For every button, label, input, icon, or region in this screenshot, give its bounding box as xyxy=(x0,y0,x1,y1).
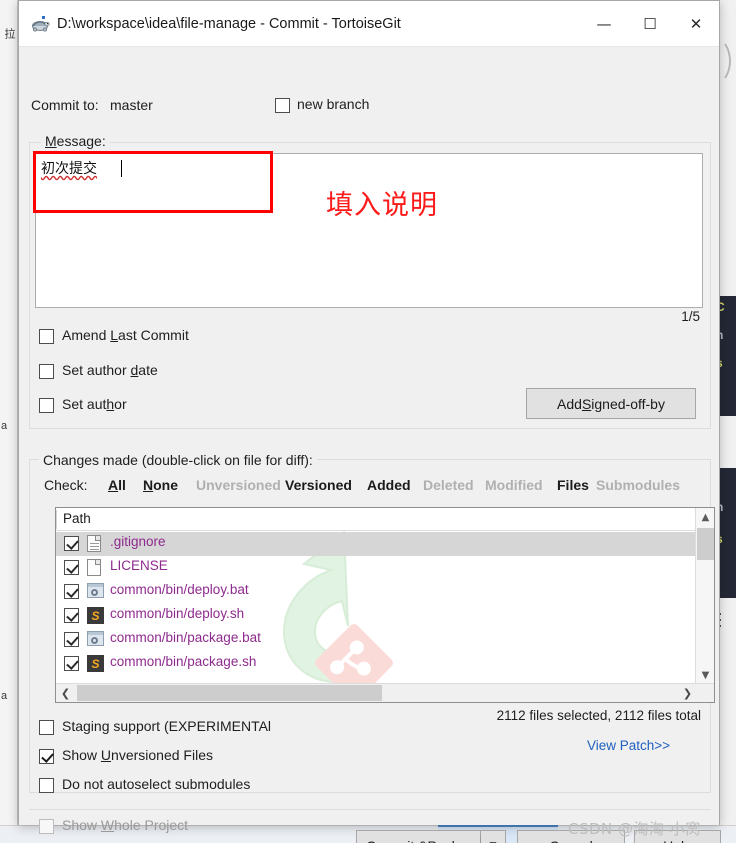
background-left-glyph: a xyxy=(1,420,8,432)
close-button[interactable]: ✕ xyxy=(673,1,719,47)
annotation-text: 填入说明 xyxy=(326,190,438,221)
commit-dialog: D:\workspace\idea\file-manage - Commit -… xyxy=(18,0,721,843)
amend-last-commit-label[interactable]: Amend Last Commit xyxy=(62,327,189,343)
amend-last-commit-checkbox[interactable] xyxy=(39,329,54,344)
maximize-button[interactable]: ☐ xyxy=(627,1,673,47)
message-legend: Message: xyxy=(41,133,110,149)
show-unversioned-files-label[interactable]: Show Unversioned Files xyxy=(62,747,213,763)
filter-files[interactable]: Files xyxy=(557,477,589,493)
file-path: .gitignore xyxy=(110,534,166,549)
scroll-down-icon[interactable]: ▼ xyxy=(696,666,714,684)
filter-all[interactable]: All xyxy=(108,477,126,493)
file-path: LICENSE xyxy=(110,558,168,573)
list-column-header[interactable]: Path xyxy=(56,508,696,531)
window-title: D:\workspace\idea\file-manage - Commit -… xyxy=(57,16,401,32)
row-checkbox[interactable] xyxy=(64,656,79,671)
commit-to-label: Commit to: xyxy=(31,97,99,113)
staging-support-label[interactable]: Staging support (EXPERIMENTAl xyxy=(62,718,271,734)
new-branch-label[interactable]: new branch xyxy=(297,96,369,112)
file-path: common/bin/deploy.sh xyxy=(110,606,245,621)
changes-legend: Changes made (double-click on file for d… xyxy=(39,452,317,468)
table-row[interactable]: S common/bin/deploy.sh xyxy=(56,604,696,628)
commit-message-input[interactable]: 初次提交 xyxy=(35,153,703,308)
row-checkbox[interactable] xyxy=(64,536,79,551)
vertical-scrollbar[interactable]: ▲ ▼ xyxy=(695,508,714,684)
chevron-down-icon[interactable]: ▼ xyxy=(481,830,506,843)
show-unversioned-files-checkbox[interactable] xyxy=(39,749,54,764)
file-path: common/bin/deploy.bat xyxy=(110,582,249,597)
vertical-scroll-thumb[interactable] xyxy=(697,528,714,560)
filter-modified[interactable]: Modified xyxy=(485,477,543,493)
csdn-watermark: CSDN @淘淘 小窝 xyxy=(568,820,701,838)
horizontal-scroll-thumb[interactable] xyxy=(77,685,382,701)
file-path: common/bin/package.bat xyxy=(110,630,261,645)
column-header-path: Path xyxy=(63,511,91,526)
background-left-glyph: 拉 xyxy=(3,28,15,39)
commit-message-text: 初次提交 xyxy=(41,161,97,177)
tortoisegit-icon xyxy=(30,14,50,34)
text-file-icon xyxy=(87,535,104,552)
table-row[interactable]: S common/bin/package.sh xyxy=(56,652,696,676)
check-label: Check: xyxy=(44,477,88,493)
commit-and-push-button[interactable]: Commit & Push xyxy=(356,830,481,843)
title-bar: D:\workspace\idea\file-manage - Commit -… xyxy=(19,1,719,47)
filter-none[interactable]: None xyxy=(143,477,178,493)
table-row[interactable]: .gitignore xyxy=(56,532,696,556)
set-author-date-label[interactable]: Set author date xyxy=(62,362,158,378)
staging-support-checkbox[interactable] xyxy=(39,720,54,735)
text-caret xyxy=(121,160,122,177)
show-whole-project-checkbox xyxy=(39,819,54,834)
table-row[interactable]: common/bin/deploy.bat xyxy=(56,580,696,604)
scroll-up-icon[interactable]: ▲ xyxy=(696,508,714,526)
scroll-right-icon[interactable]: ❯ xyxy=(678,684,697,702)
table-row[interactable]: common/bin/package.bat xyxy=(56,628,696,652)
minimize-button[interactable]: — xyxy=(581,1,627,47)
files-status-text: 2112 files selected, 2112 files total xyxy=(496,708,701,723)
row-checkbox[interactable] xyxy=(64,584,79,599)
filter-added[interactable]: Added xyxy=(367,477,411,493)
set-author-date-checkbox[interactable] xyxy=(39,364,54,379)
scroll-left-icon[interactable]: ❮ xyxy=(56,684,75,702)
row-checkbox[interactable] xyxy=(64,608,79,623)
dialog-content: Commit to: master new branch Message: 初次… xyxy=(19,47,721,843)
file-path: common/bin/package.sh xyxy=(110,654,257,669)
commit-to-branch: master xyxy=(110,97,153,113)
add-signed-off-by-button[interactable]: Add Signed-off-by xyxy=(526,388,696,419)
new-branch-checkbox[interactable] xyxy=(275,98,290,113)
divider xyxy=(29,809,711,810)
filter-versioned[interactable]: Versioned xyxy=(285,477,352,493)
row-checkbox[interactable] xyxy=(64,632,79,647)
filter-submodules[interactable]: Submodules xyxy=(596,477,680,493)
show-whole-project-label: Show Whole Project xyxy=(62,817,189,833)
row-checkbox[interactable] xyxy=(64,560,79,575)
view-patch-link[interactable]: View Patch>> xyxy=(587,738,670,753)
do-not-autoselect-submodules-label[interactable]: Do not autoselect submodules xyxy=(62,776,250,792)
filter-unversioned[interactable]: Unversioned xyxy=(196,477,281,493)
filter-deleted[interactable]: Deleted xyxy=(423,477,474,493)
column-divider xyxy=(56,510,57,529)
shell-file-icon: S xyxy=(87,655,104,672)
message-counter: 1/5 xyxy=(681,309,700,324)
set-author-checkbox[interactable] xyxy=(39,398,54,413)
set-author-label[interactable]: Set author xyxy=(62,396,127,412)
file-list[interactable]: Path .gitignore LICENSE common/bin/deplo… xyxy=(55,507,715,703)
batch-file-icon xyxy=(87,583,104,600)
background-left-glyph: a xyxy=(1,690,8,702)
horizontal-scrollbar[interactable]: ❮ ❯ xyxy=(56,683,714,702)
table-row[interactable]: LICENSE xyxy=(56,556,696,580)
shell-file-icon: S xyxy=(87,607,104,624)
blank-file-icon xyxy=(87,559,104,576)
batch-file-icon xyxy=(87,631,104,648)
do-not-autoselect-submodules-checkbox[interactable] xyxy=(39,778,54,793)
